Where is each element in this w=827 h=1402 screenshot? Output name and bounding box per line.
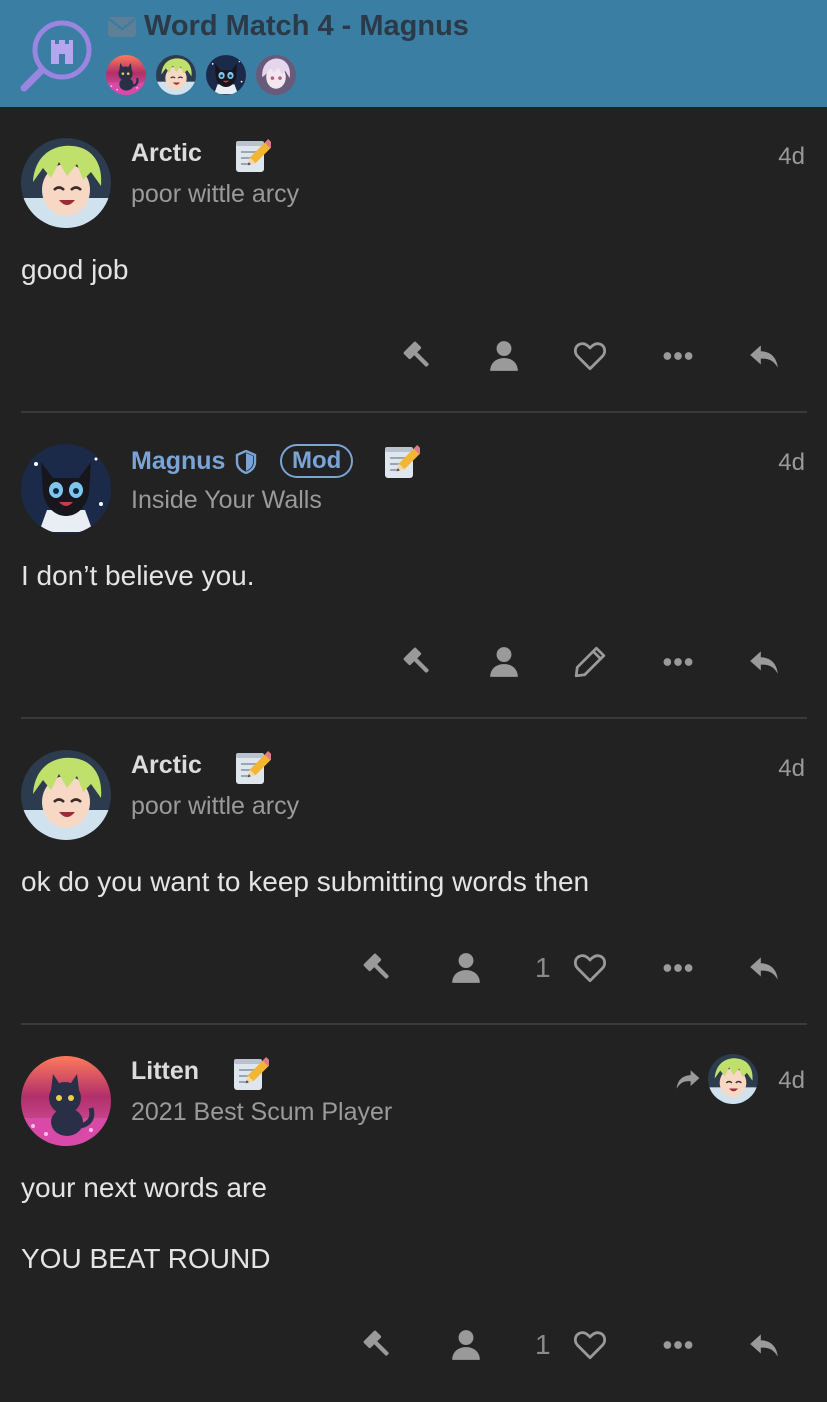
user-icon[interactable] (484, 336, 524, 376)
post: Litten 2021 Best Scum Player 4d your nex… (0, 1025, 827, 1402)
memo-icon (233, 749, 271, 787)
heart-icon[interactable] (570, 336, 610, 376)
post: Arctic poor wittle arcy 4d ok do you wan… (0, 719, 827, 1025)
user-icon[interactable] (446, 948, 486, 988)
avatar[interactable] (21, 138, 111, 228)
topic-title[interactable]: Word Match 4 - Magnus (144, 10, 469, 43)
post-time[interactable]: 4d (778, 143, 805, 171)
post: Arctic poor wittle arcy 4d good job (0, 107, 827, 413)
gavel-icon[interactable] (398, 642, 438, 682)
edit-icon[interactable] (570, 642, 610, 682)
participant-avatar-arctic[interactable] (156, 55, 196, 95)
post-body: ok do you want to keep submitting words … (21, 866, 590, 897)
gavel-icon[interactable] (358, 948, 398, 988)
avatar[interactable] (21, 444, 111, 534)
like-count[interactable]: 1 (535, 1329, 551, 1361)
reply-icon[interactable] (744, 1325, 784, 1365)
user-icon[interactable] (484, 642, 524, 682)
avatar[interactable] (21, 750, 111, 840)
post-body-line: YOU BEAT ROUND (21, 1243, 271, 1274)
post-body-line: your next words are (21, 1172, 267, 1203)
participant-avatar-magnus[interactable] (206, 55, 246, 95)
heart-icon[interactable] (570, 948, 610, 988)
memo-icon (382, 443, 420, 481)
gavel-icon[interactable] (358, 1325, 398, 1365)
participant-list (106, 55, 306, 95)
user-title: Inside Your Walls (131, 486, 322, 514)
reply-icon[interactable] (744, 336, 784, 376)
memo-icon (231, 1055, 269, 1093)
post-author[interactable]: Litten (131, 1057, 199, 1086)
post-body: I don’t believe you. (21, 560, 255, 591)
post-body: good job (21, 254, 129, 285)
post-author[interactable]: Magnus (131, 447, 225, 476)
share-arrow-icon (674, 1065, 702, 1093)
memo-icon (233, 137, 271, 175)
heart-icon[interactable] (570, 1325, 610, 1365)
reply-to-avatar[interactable] (708, 1054, 758, 1104)
more-icon[interactable] (658, 948, 698, 988)
participant-avatar-litten[interactable] (106, 55, 146, 95)
post: Magnus Mod Inside Your Walls 4d I don’t … (0, 413, 827, 719)
more-icon[interactable] (658, 336, 698, 376)
more-icon[interactable] (658, 642, 698, 682)
post-time[interactable]: 4d (778, 449, 805, 477)
envelope-icon (108, 16, 136, 37)
mod-badge: Mod (280, 444, 354, 478)
more-icon[interactable] (658, 1325, 698, 1365)
shield-icon (235, 450, 257, 474)
user-title: poor wittle arcy (131, 792, 300, 820)
topic-header: Word Match 4 - Magnus (0, 0, 827, 107)
reply-to-indicator[interactable] (674, 1054, 758, 1104)
avatar[interactable] (21, 1056, 111, 1146)
like-count[interactable]: 1 (535, 952, 551, 984)
post-time[interactable]: 4d (778, 1067, 805, 1095)
reply-icon[interactable] (744, 642, 784, 682)
user-icon[interactable] (446, 1325, 486, 1365)
post-author[interactable]: Arctic (131, 139, 202, 168)
post-time[interactable]: 4d (778, 755, 805, 783)
post-author[interactable]: Arctic (131, 751, 202, 780)
participant-avatar-4[interactable] (256, 55, 296, 95)
user-title: 2021 Best Scum Player (131, 1098, 393, 1126)
gavel-icon[interactable] (398, 336, 438, 376)
reply-icon[interactable] (744, 948, 784, 988)
castle-magnifier-logo[interactable] (18, 16, 94, 92)
user-title: poor wittle arcy (131, 180, 300, 208)
